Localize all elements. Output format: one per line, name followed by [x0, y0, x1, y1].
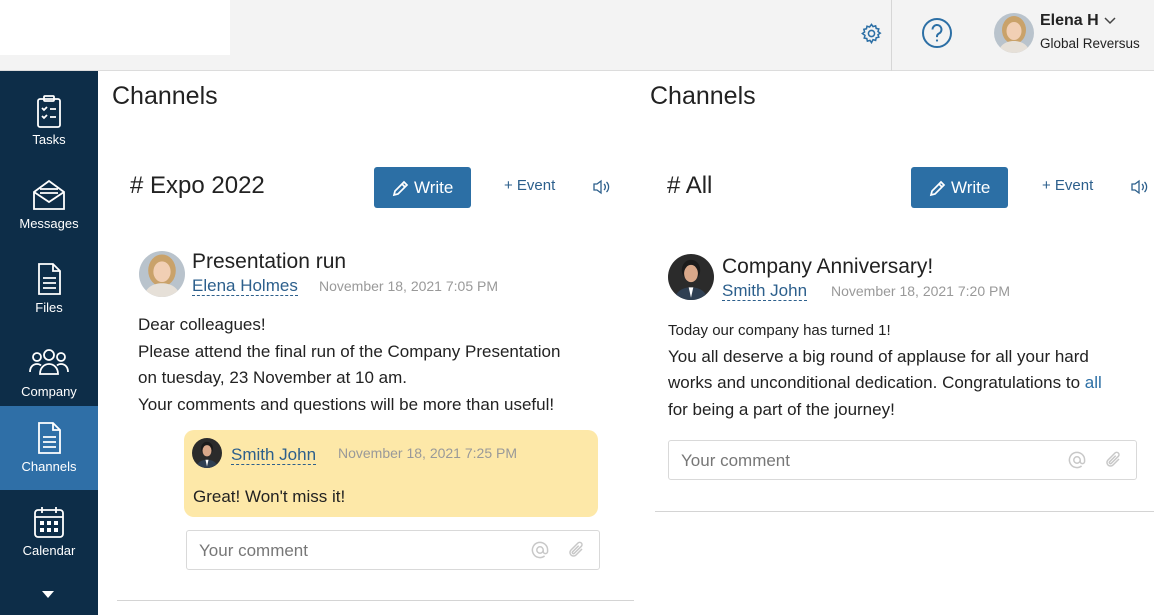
- post-text-line: Dear colleagues!: [138, 315, 266, 334]
- header-divider: [891, 0, 892, 71]
- post-date: November 18, 2021 7:20 PM: [831, 283, 1010, 299]
- comment-placeholder: Your comment: [681, 451, 790, 470]
- speaker-icon[interactable]: [592, 178, 611, 196]
- post-date: November 18, 2021 7:05 PM: [319, 278, 498, 294]
- calendar-icon: [29, 502, 69, 542]
- mention-all-link[interactable]: all: [1085, 373, 1102, 392]
- sidebar-item-tasks[interactable]: Tasks: [0, 79, 98, 163]
- paperclip-icon[interactable]: [567, 540, 587, 560]
- sidebar-item-label: Messages: [19, 216, 79, 231]
- post-text-line: You all deserve a big round of applause …: [668, 347, 1089, 366]
- sidebar-item-files[interactable]: Files: [0, 247, 98, 331]
- reply-comment: Smith John November 18, 2021 7:25 PM Gre…: [184, 430, 598, 517]
- channels-icon: [29, 418, 69, 458]
- sidebar-item-label: Calendar: [22, 543, 76, 558]
- sidebar-item-label: Company: [21, 384, 77, 399]
- paperclip-icon[interactable]: [1104, 450, 1124, 470]
- logo-area: [0, 0, 230, 55]
- chevron-down-icon[interactable]: [1103, 15, 1117, 27]
- sidebar-item-company[interactable]: Company: [0, 331, 98, 415]
- post-text-line: Today our company has turned 1!: [668, 322, 891, 339]
- page-title: Channels: [650, 82, 756, 110]
- help-icon[interactable]: [921, 17, 953, 49]
- speaker-icon[interactable]: [1130, 178, 1149, 196]
- company-icon: [29, 343, 69, 383]
- post-text-line: for being a part of the journey!: [668, 400, 895, 419]
- messages-icon: [29, 175, 69, 215]
- channel-name: # All: [667, 172, 713, 199]
- author-avatar[interactable]: [139, 251, 185, 297]
- sidebar-item-label: Tasks: [32, 132, 66, 147]
- mention-icon[interactable]: [1067, 450, 1087, 470]
- pencil-icon: [928, 178, 948, 198]
- add-event-link[interactable]: + Event: [504, 177, 555, 194]
- sidebar: Tasks Messages Files Company Channels Ca…: [0, 71, 98, 615]
- sidebar-item-label: Files: [35, 300, 63, 315]
- user-name[interactable]: Elena H: [1040, 12, 1099, 30]
- divider-line: [655, 511, 1154, 512]
- sidebar-item-messages[interactable]: Messages: [0, 163, 98, 247]
- post-author-link[interactable]: Smith John: [722, 281, 808, 301]
- user-avatar[interactable]: [994, 13, 1034, 53]
- post-text-line: works and unconditional dedication. Cong…: [668, 373, 1102, 393]
- author-avatar[interactable]: [668, 254, 714, 300]
- sidebar-item-channels[interactable]: Channels: [0, 406, 98, 490]
- files-icon: [29, 259, 69, 299]
- user-organization: Global Reversus: [1040, 36, 1140, 51]
- caret-down-icon[interactable]: [41, 589, 55, 599]
- post-text-line: Please attend the final run of the Compa…: [138, 342, 561, 361]
- post-title: Presentation run: [192, 250, 347, 273]
- sidebar-item-label: Channels: [21, 459, 77, 474]
- reply-author-avatar[interactable]: [192, 438, 222, 468]
- post-author-link[interactable]: Elena Holmes: [192, 276, 298, 296]
- write-button-label: Write: [414, 178, 454, 197]
- divider-line: [117, 600, 634, 601]
- write-button[interactable]: Write: [911, 167, 1008, 208]
- reply-author-link[interactable]: Smith John: [231, 445, 317, 465]
- reply-text: Great! Won't miss it!: [193, 487, 346, 506]
- comment-input[interactable]: Your comment: [668, 440, 1137, 480]
- write-button[interactable]: Write: [374, 167, 471, 208]
- page-title: Channels: [112, 82, 218, 110]
- tasks-icon: [29, 91, 69, 131]
- post-text-segment: works and unconditional dedication. Cong…: [668, 373, 1081, 392]
- add-event-link[interactable]: + Event: [1042, 177, 1093, 194]
- channel-name: # Expo 2022: [130, 172, 265, 199]
- mention-icon[interactable]: [530, 540, 550, 560]
- reply-date: November 18, 2021 7:25 PM: [338, 445, 517, 461]
- gear-icon[interactable]: [860, 22, 883, 45]
- comment-placeholder: Your comment: [199, 541, 308, 560]
- write-button-label: Write: [951, 178, 991, 197]
- post-text-line: on tuesday, 23 November at 10 am.: [138, 368, 408, 387]
- sidebar-item-calendar[interactable]: Calendar: [0, 490, 98, 574]
- post-text-line: Your comments and questions will be more…: [138, 395, 555, 414]
- top-bar: Elena H Global Reversus: [0, 0, 1154, 71]
- post-title: Company Anniversary!: [722, 255, 934, 278]
- comment-input[interactable]: Your comment: [186, 530, 600, 570]
- pencil-icon: [391, 178, 411, 198]
